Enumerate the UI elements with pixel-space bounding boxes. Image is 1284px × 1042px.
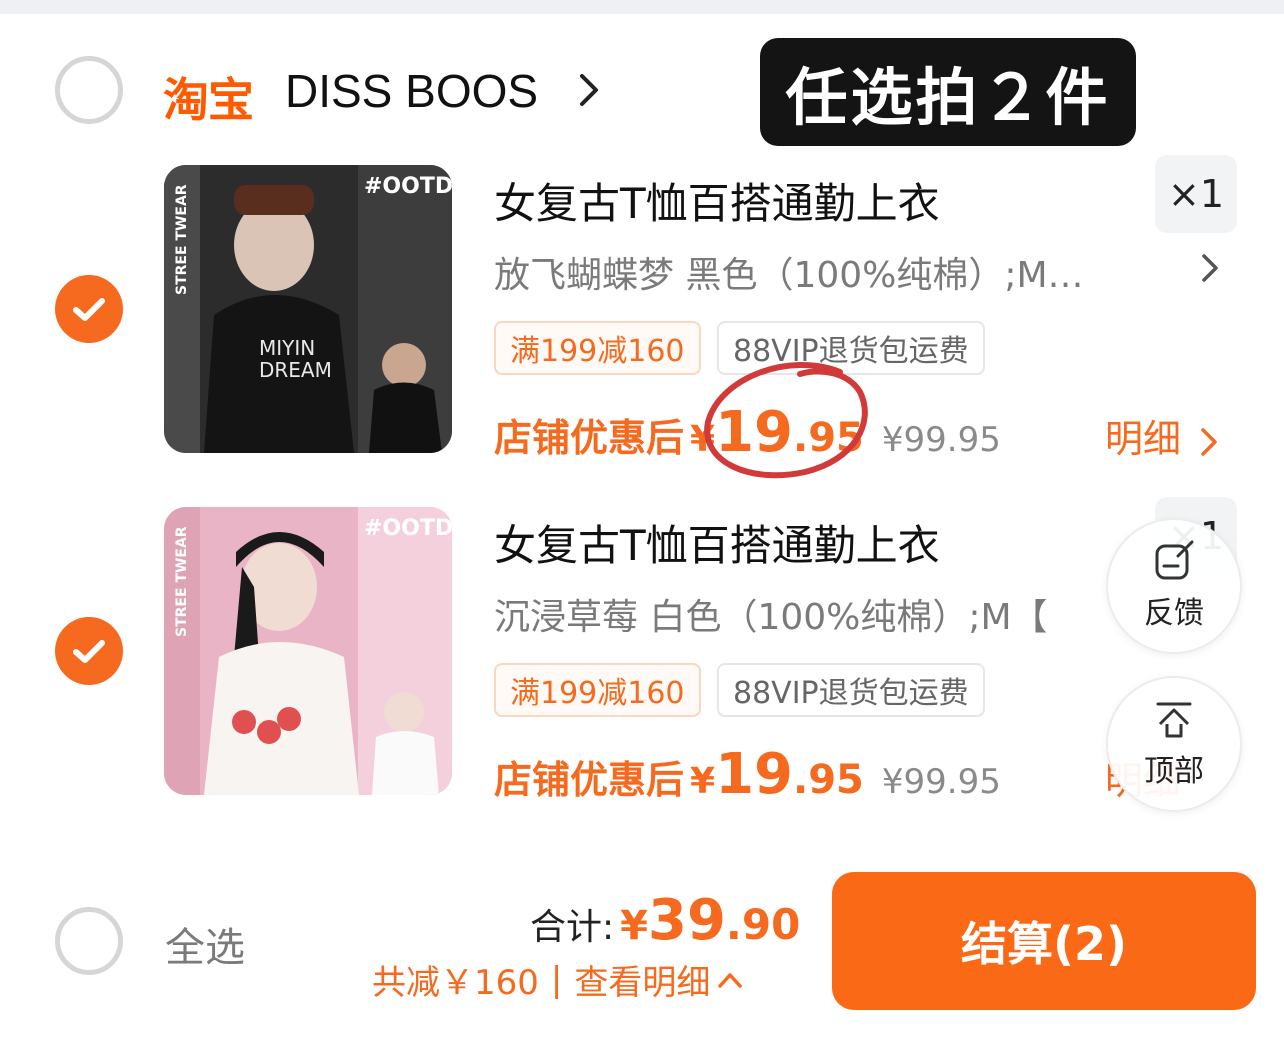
view-detail-link[interactable]: 查看明细	[574, 955, 710, 1004]
item-2-checkbox[interactable]	[55, 617, 123, 685]
item-2-price: 店铺优惠后 ¥ 19 .95 ¥99.95	[494, 742, 1001, 807]
price-label: 店铺优惠后	[494, 416, 685, 460]
item-2-title[interactable]: 女复古T恤百搭通勤上衣	[494, 512, 940, 573]
price-decimal: .95	[793, 415, 864, 461]
shop-select-radio[interactable]	[55, 56, 123, 124]
price-integer: 19	[715, 400, 794, 465]
total-label: 合计:	[530, 907, 615, 948]
svg-text:#OOTD: #OOTD	[364, 174, 452, 199]
promo-badge: 任选拍２件	[760, 38, 1136, 146]
back-to-top-icon	[1156, 702, 1192, 738]
taobao-logo: 淘宝	[163, 73, 254, 127]
item-2-thumbnail[interactable]: #OOTD STREE TWEAR	[164, 507, 452, 795]
saving-text: 共减￥160	[372, 963, 539, 1003]
price-integer: 19	[715, 742, 794, 807]
shop-name[interactable]: DISS BOOS	[285, 64, 538, 118]
chevron-right-icon[interactable]	[578, 72, 600, 108]
svg-text:STREE TWEAR: STREE TWEAR	[174, 526, 190, 637]
price-currency: ¥	[690, 761, 716, 802]
item-2-tag-discount: 满199减160	[494, 663, 701, 717]
feedback-button[interactable]: 反馈	[1106, 518, 1242, 654]
total-amount: 合计: ¥ 39 .90	[530, 888, 800, 953]
original-price: ¥99.95	[881, 420, 1001, 460]
total-integer: 39	[647, 888, 726, 953]
item-1-thumbnail[interactable]: MIYIN DREAM #OOTD STREE TWEAR	[164, 165, 452, 453]
item-1-variant[interactable]: 放飞蝴蝶梦 黑色（100%纯棉）;M…	[494, 246, 1154, 298]
chevron-up-icon	[718, 972, 743, 988]
separator: |	[550, 959, 563, 1000]
feedback-label: 反馈	[1144, 596, 1204, 631]
chevron-right-icon	[1201, 427, 1217, 456]
price-currency: ¥	[690, 419, 716, 460]
total-decimal: .90	[725, 900, 801, 949]
price-label: 店铺优惠后	[494, 758, 685, 802]
svg-text:MIYIN: MIYIN	[259, 336, 315, 360]
top-divider	[0, 0, 1284, 14]
select-all-label[interactable]: 全选	[165, 915, 245, 973]
item-1-price: 店铺优惠后 ¥ 19 .95 ¥99.95	[494, 400, 1001, 465]
svg-text:DREAM: DREAM	[259, 358, 332, 382]
back-to-top-button[interactable]: 顶部	[1106, 676, 1242, 812]
item-1-checkbox[interactable]	[55, 275, 123, 343]
original-price: ¥99.95	[881, 762, 1001, 802]
saving-summary[interactable]: 共减￥160 | 查看明细	[372, 955, 744, 1004]
detail-label: 明细	[1105, 417, 1182, 461]
total-currency: ¥	[620, 903, 648, 949]
item-2-tag-vip: 88VIP退货包运费	[717, 663, 985, 717]
checkmark-icon	[73, 298, 105, 321]
top-label: 顶部	[1144, 754, 1204, 789]
checkout-button[interactable]: 结算(2)	[832, 872, 1256, 1010]
checkmark-icon	[73, 640, 105, 663]
price-decimal: .95	[793, 757, 864, 803]
select-all-radio[interactable]	[55, 907, 123, 975]
svg-text:#OOTD: #OOTD	[364, 516, 452, 541]
item-1-tag-discount: 满199减160	[494, 321, 701, 375]
product-image: #OOTD STREE TWEAR	[164, 507, 452, 795]
item-2-variant[interactable]: 沉浸草莓 白色（100%纯棉）;M【	[494, 588, 1114, 640]
feedback-icon	[1155, 540, 1194, 580]
item-1-title[interactable]: 女复古T恤百搭通勤上衣	[494, 170, 940, 231]
item-1-tag-vip: 88VIP退货包运费	[717, 321, 985, 375]
variant-chevron-icon[interactable]	[1200, 252, 1220, 284]
product-image: MIYIN DREAM #OOTD STREE TWEAR	[164, 165, 452, 453]
item-1-detail-link[interactable]: 明细	[1105, 408, 1219, 463]
svg-text:STREE TWEAR: STREE TWEAR	[174, 184, 190, 295]
item-1-quantity[interactable]: ×1	[1155, 155, 1237, 233]
